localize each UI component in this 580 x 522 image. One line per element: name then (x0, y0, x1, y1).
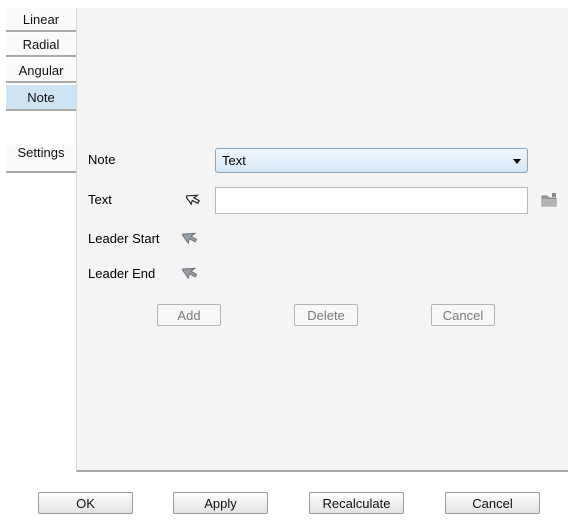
tab-note[interactable]: Note (6, 85, 76, 111)
cancel-note-button-label: Cancel (442, 307, 484, 323)
add-button[interactable]: Add (157, 304, 221, 326)
chevron-down-icon (513, 159, 521, 164)
arrow-cursor-icon[interactable] (182, 262, 202, 282)
cancel-button[interactable]: Cancel (445, 492, 540, 514)
apply-button-label: Apply (204, 495, 237, 511)
tab-settings[interactable]: Settings (6, 145, 76, 173)
folder-icon[interactable] (540, 191, 558, 209)
add-button-label: Add (177, 307, 201, 323)
ok-button-label: OK (76, 495, 95, 511)
tab-angular-label: Angular (18, 62, 64, 78)
recalculate-button-label: Recalculate (322, 495, 391, 511)
note-type-value: Text (222, 153, 246, 168)
delete-button-label: Delete (307, 307, 345, 323)
tab-radial[interactable]: Radial (6, 33, 76, 57)
recalculate-button[interactable]: Recalculate (309, 492, 404, 514)
text-input[interactable] (215, 187, 528, 214)
note-type-select[interactable]: Text (215, 148, 528, 173)
cancel-note-button[interactable]: Cancel (431, 304, 495, 326)
note-dialog: Linear Radial Angular Note Settings Note… (0, 0, 580, 522)
note-label: Note (88, 152, 116, 167)
cancel-button-label: Cancel (472, 495, 513, 511)
ok-button[interactable]: OK (38, 492, 133, 514)
tab-radial-label: Radial (22, 36, 60, 52)
tab-linear-label: Linear (22, 11, 60, 27)
leader-end-label: Leader End (88, 266, 156, 281)
delete-button[interactable]: Delete (294, 304, 358, 326)
arrow-cursor-icon[interactable] (182, 227, 202, 247)
text-label: Text (88, 192, 112, 207)
tab-angular[interactable]: Angular (6, 59, 76, 83)
arrow-cursor-outline-icon[interactable] (186, 190, 204, 208)
tab-settings-label: Settings (17, 145, 65, 160)
tab-linear[interactable]: Linear (6, 8, 76, 32)
tab-note-label: Note (27, 89, 55, 105)
apply-button[interactable]: Apply (173, 492, 268, 514)
leader-start-label: Leader Start (88, 231, 160, 246)
